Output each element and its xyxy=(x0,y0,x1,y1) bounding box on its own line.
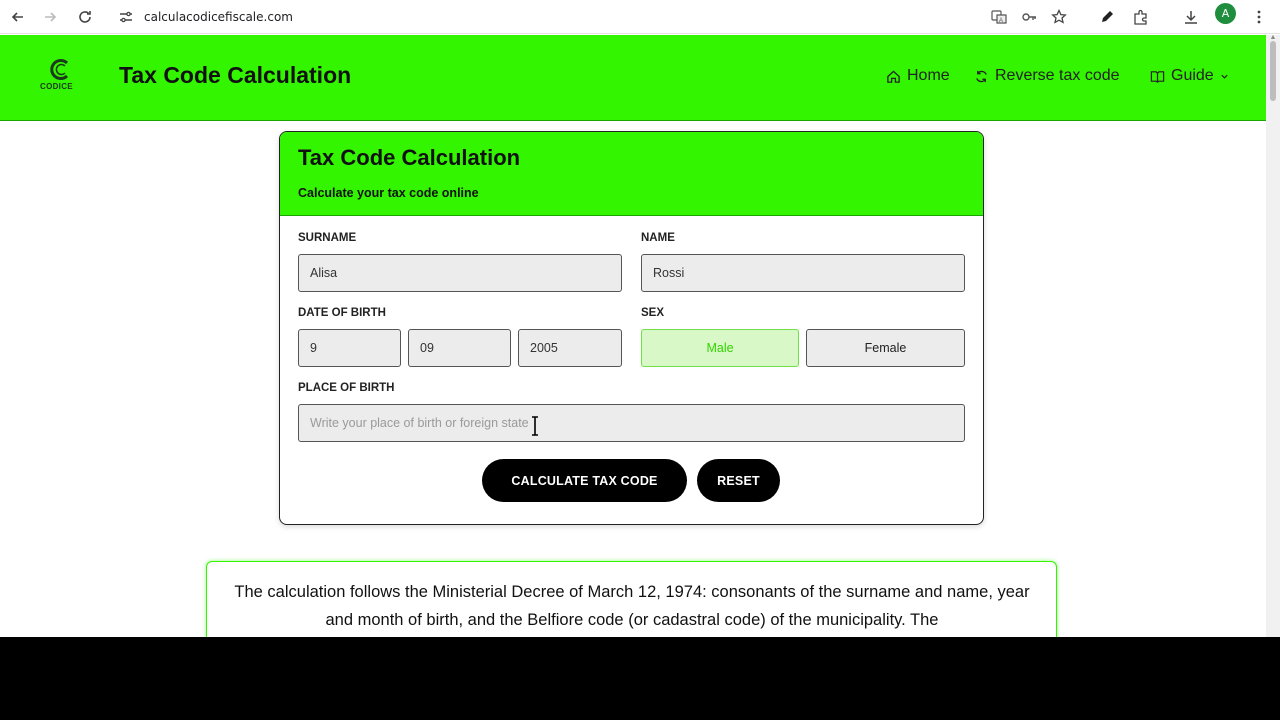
card-header: Tax Code Calculation Calculate your tax … xyxy=(280,132,983,216)
calculate-tax-code-button[interactable]: CALCULATE TAX CODE xyxy=(482,459,687,502)
svg-text:A: A xyxy=(999,18,1003,24)
sex-male-button[interactable]: Male xyxy=(641,329,799,367)
surname-label: SURNAME xyxy=(298,232,357,244)
text-cursor-icon xyxy=(532,416,538,436)
dob-year-input[interactable]: 2005 xyxy=(518,329,622,367)
scrollbar-thumb[interactable] xyxy=(1270,41,1276,101)
download-icon[interactable] xyxy=(1177,3,1205,31)
dob-label: DATE OF BIRTH xyxy=(298,307,386,319)
forward-icon[interactable] xyxy=(36,3,64,31)
site-title: Tax Code Calculation xyxy=(119,62,352,88)
nav-home[interactable]: Home xyxy=(886,67,950,85)
browser-viewport: calculacodicefiscale.com A A CODICE Tax … xyxy=(0,0,1280,637)
address-bar[interactable]: calculacodicefiscale.com xyxy=(110,3,970,31)
site-header: CODICE Tax Code Calculation Home Reverse… xyxy=(0,35,1266,121)
nav-guide[interactable]: Guide xyxy=(1150,67,1229,85)
chevron-down-icon xyxy=(1221,74,1228,79)
info-box: The calculation follows the Ministerial … xyxy=(206,561,1057,637)
password-key-icon[interactable] xyxy=(1015,3,1043,31)
nav-guide-label: Guide xyxy=(1171,67,1214,84)
logo-text: CODICE xyxy=(40,82,73,91)
menu-dots-icon[interactable] xyxy=(1245,3,1273,31)
sex-label: SEX xyxy=(641,307,665,319)
card-subtitle: Calculate your tax code online xyxy=(298,186,479,200)
info-text: The calculation follows the Ministerial … xyxy=(234,583,1030,629)
back-icon[interactable] xyxy=(4,3,32,31)
url-text[interactable]: calculacodicefiscale.com xyxy=(144,10,293,24)
reload-icon[interactable] xyxy=(71,3,99,31)
site-info-icon[interactable] xyxy=(118,9,134,25)
pen-icon[interactable] xyxy=(1093,3,1121,31)
surname-input[interactable]: Alisa xyxy=(298,254,622,292)
page-scrollbar[interactable]: ▲ xyxy=(1266,34,1280,637)
dob-day-input[interactable]: 9 xyxy=(298,329,401,367)
book-icon xyxy=(1150,70,1165,83)
name-input[interactable]: Rossi xyxy=(641,254,965,292)
place-of-birth-input[interactable]: Write your place of birth or foreign sta… xyxy=(298,404,965,442)
bookmark-star-icon[interactable] xyxy=(1045,3,1073,31)
extensions-icon[interactable] xyxy=(1127,3,1155,31)
home-icon xyxy=(887,69,900,83)
reset-button[interactable]: RESET xyxy=(697,459,780,502)
dob-month-input[interactable]: 09 xyxy=(408,329,511,367)
browser-toolbar: calculacodicefiscale.com A A xyxy=(0,0,1280,34)
site-logo[interactable]: CODICE xyxy=(38,58,84,98)
card-title: Tax Code Calculation xyxy=(298,145,521,170)
translate-icon[interactable]: A xyxy=(985,3,1013,31)
nav-reverse-label: Reverse tax code xyxy=(995,67,1120,84)
name-label: NAME xyxy=(641,232,675,244)
refresh-icon xyxy=(976,70,987,82)
nav-reverse-tax-code[interactable]: Reverse tax code xyxy=(974,67,1120,85)
place-of-birth-label: PLACE OF BIRTH xyxy=(298,382,395,394)
logo-mark-icon xyxy=(50,59,69,80)
nav-home-label: Home xyxy=(907,67,950,84)
profile-avatar[interactable]: A xyxy=(1215,3,1236,24)
tax-code-form-card: Tax Code Calculation Calculate your tax … xyxy=(279,131,984,525)
sex-female-button[interactable]: Female xyxy=(806,329,965,367)
